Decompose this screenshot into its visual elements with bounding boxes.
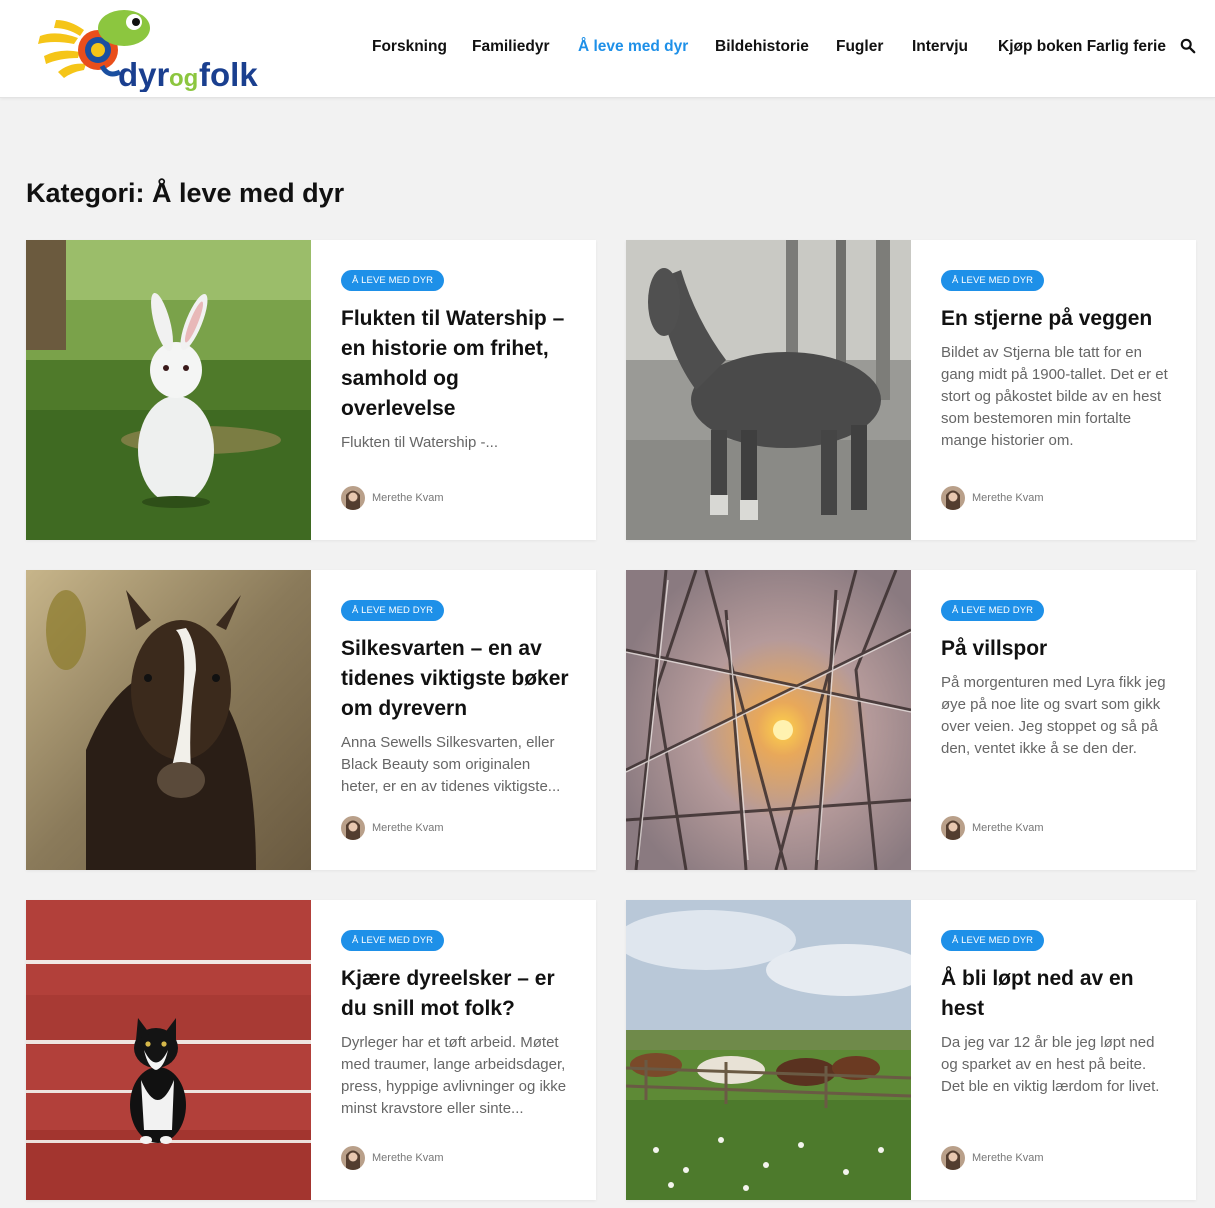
rabbit-image: [26, 240, 311, 540]
search-button[interactable]: [1180, 38, 1198, 56]
page-title: Kategori: Å leve med dyr: [26, 178, 345, 208]
post-body: Å leve med dyr Flukten til Watership – e…: [341, 270, 571, 520]
post-title[interactable]: En stjerne på veggen: [941, 304, 1171, 334]
post-title[interactable]: På villspor: [941, 634, 1171, 664]
category-badge[interactable]: Å leve med dyr: [341, 930, 445, 951]
avatar: [341, 816, 365, 840]
post-card: Å leve med dyr Silkesvarten – en av tide…: [26, 570, 596, 870]
horses-meadow-image: [626, 900, 911, 1200]
post-card: Å leve med dyr Å bli løpt ned av en hest…: [626, 900, 1196, 1200]
avatar: [941, 486, 965, 510]
nav-kjop-boken[interactable]: Kjøp boken Farlig ferie: [998, 38, 1166, 56]
post-author[interactable]: Merethe Kvam: [941, 1146, 1044, 1170]
foal-image: [26, 570, 311, 870]
category-badge[interactable]: Å leve med dyr: [341, 600, 445, 621]
post-body: Å leve med dyr En stjerne på veggen Bild…: [941, 270, 1171, 520]
post-excerpt: Bildet av Stjerna ble tatt for en gang m…: [941, 344, 1168, 449]
post-title[interactable]: Å bli løpt ned av en hest: [941, 964, 1171, 1024]
site-header: dyr og folk Forskning Familiedyr Å leve …: [0, 0, 1215, 98]
search-icon: [1180, 38, 1196, 54]
avatar: [941, 816, 965, 840]
nav-fugler[interactable]: Fugler: [836, 38, 883, 56]
author-name: Merethe Kvam: [372, 1152, 444, 1164]
post-card: Å leve med dyr Flukten til Watership – e…: [26, 240, 596, 540]
avatar: [941, 1146, 965, 1170]
post-excerpt: Flukten til Watership -...: [341, 434, 498, 451]
post-card: Å leve med dyr Kjære dyreelsker – er du …: [26, 900, 596, 1200]
category-badge[interactable]: Å leve med dyr: [341, 270, 445, 291]
category-badge[interactable]: Å leve med dyr: [941, 930, 1045, 951]
kitten-image: [26, 900, 311, 1200]
post-excerpt: Dyrleger har et tøft arbeid. Møtet med t…: [341, 1034, 567, 1117]
category-badge[interactable]: Å leve med dyr: [941, 600, 1045, 621]
avatar: [341, 1146, 365, 1170]
author-name: Merethe Kvam: [972, 492, 1044, 504]
avatar: [341, 486, 365, 510]
nav-bildehistorie[interactable]: Bildehistorie: [715, 38, 809, 56]
post-author[interactable]: Merethe Kvam: [341, 1146, 444, 1170]
post-title[interactable]: Silkesvarten – en av tidenes viktigste b…: [341, 634, 571, 724]
post-thumbnail[interactable]: [26, 900, 311, 1200]
post-thumbnail[interactable]: [626, 570, 911, 870]
author-name: Merethe Kvam: [972, 822, 1044, 834]
post-excerpt: Anna Sewells Silkesvarten, eller Black B…: [341, 734, 561, 795]
frosty-branches-image: [626, 570, 911, 870]
post-thumbnail[interactable]: [26, 240, 311, 540]
post-author[interactable]: Merethe Kvam: [341, 816, 444, 840]
author-name: Merethe Kvam: [372, 822, 444, 834]
post-body: Å leve med dyr Silkesvarten – en av tide…: [341, 600, 571, 850]
post-body: Å leve med dyr Kjære dyreelsker – er du …: [341, 930, 571, 1180]
nav-familiedyr[interactable]: Familiedyr: [472, 38, 550, 56]
horse-photo-image: [626, 240, 911, 540]
post-excerpt: Da jeg var 12 år ble jeg løpt ned og spa…: [941, 1034, 1160, 1095]
post-thumbnail[interactable]: [626, 900, 911, 1200]
post-thumbnail[interactable]: [626, 240, 911, 540]
post-card: Å leve med dyr En stjerne på veggen Bild…: [626, 240, 1196, 540]
post-author[interactable]: Merethe Kvam: [941, 816, 1044, 840]
category-badge[interactable]: Å leve med dyr: [941, 270, 1045, 291]
post-title[interactable]: Flukten til Watership – en historie om f…: [341, 304, 571, 424]
post-excerpt: På morgenturen med Lyra fikk jeg øye på …: [941, 674, 1166, 757]
post-card: Å leve med dyr På villspor På morgenture…: [626, 570, 1196, 870]
author-name: Merethe Kvam: [372, 492, 444, 504]
nav-intervju[interactable]: Intervju: [912, 38, 968, 56]
post-title[interactable]: Kjære dyreelsker – er du snill mot folk?: [341, 964, 571, 1024]
post-body: Å leve med dyr På villspor På morgenture…: [941, 600, 1171, 850]
main-nav: Forskning Familiedyr Å leve med dyr Bild…: [0, 0, 1215, 98]
post-body: Å leve med dyr Å bli løpt ned av en hest…: [941, 930, 1171, 1180]
post-author[interactable]: Merethe Kvam: [941, 486, 1044, 510]
post-author[interactable]: Merethe Kvam: [341, 486, 444, 510]
nav-forskning[interactable]: Forskning: [372, 38, 447, 56]
post-thumbnail[interactable]: [26, 570, 311, 870]
author-name: Merethe Kvam: [972, 1152, 1044, 1164]
nav-a-leve-med-dyr[interactable]: Å leve med dyr: [578, 38, 688, 56]
